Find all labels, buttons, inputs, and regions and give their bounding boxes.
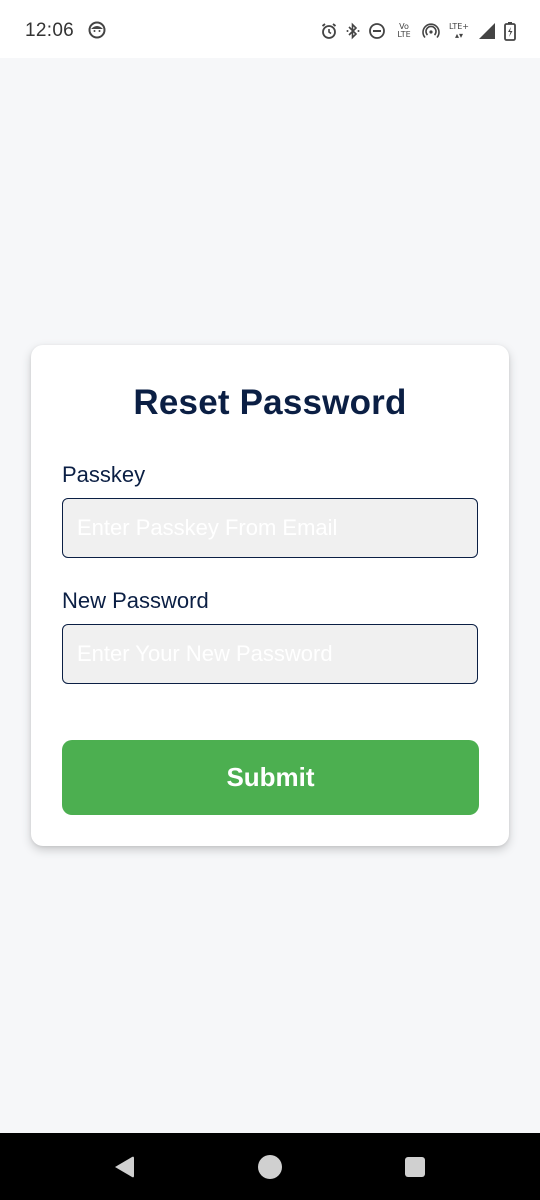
new-password-input[interactable]: [62, 624, 478, 684]
new-password-label: New Password: [62, 588, 209, 613]
submit-button[interactable]: Submit: [62, 740, 479, 815]
page-title: Reset Password: [133, 383, 407, 422]
home-icon[interactable]: [256, 1153, 284, 1181]
battery-icon: [504, 21, 516, 41]
data-arrows-icon: ▴▾: [454, 31, 464, 40]
do-not-disturb-icon: [368, 22, 386, 40]
alarm-icon: [320, 22, 338, 40]
passkey-label: Passkey: [62, 462, 146, 487]
bluetooth-icon: [346, 22, 360, 40]
navigation-bar: [0, 1133, 540, 1200]
passkey-input[interactable]: [62, 498, 478, 558]
face-icon: [88, 21, 106, 39]
volte-icon: Vo LTE: [394, 23, 414, 39]
lte-plus-icon: LTE+ ▴▾: [448, 22, 470, 40]
status-bar: 12:06 Vo LTE LTE+ ▴▾: [0, 0, 540, 58]
hotspot-icon: [422, 22, 440, 40]
volte-bottom-text: LTE: [397, 30, 411, 39]
back-icon[interactable]: [110, 1153, 138, 1181]
reset-password-card: Reset Password Passkey New Password Subm…: [31, 345, 509, 846]
signal-icon: [478, 22, 496, 40]
status-time: 12:06: [25, 20, 75, 41]
network-text: LTE+: [449, 22, 469, 31]
recents-icon[interactable]: [401, 1153, 429, 1181]
status-icons: Vo LTE LTE+ ▴▾: [320, 20, 516, 42]
